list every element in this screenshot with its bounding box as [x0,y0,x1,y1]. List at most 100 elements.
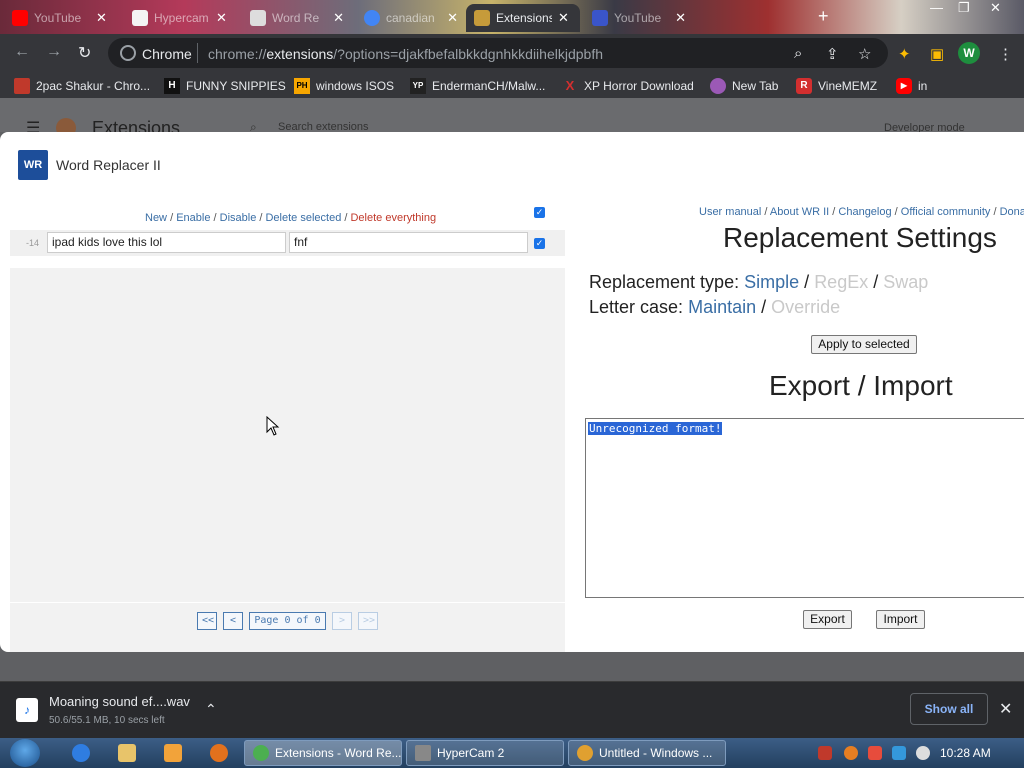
show-all-button[interactable]: Show all [910,693,988,725]
back-icon[interactable]: ← [14,43,30,61]
close-icon[interactable]: ✕ [216,10,227,26]
extensions-puzzle-icon[interactable]: ✦ [898,45,911,63]
bookmark-item[interactable]: X XP Horror Download [562,77,694,95]
taskbar-item-movie-maker[interactable]: Untitled - Windows ... [568,740,726,766]
close-icon[interactable]: ✕ [333,10,344,26]
tray-icon[interactable] [844,746,858,760]
apply-to-selected-button[interactable]: Apply to selected [811,335,917,354]
donate-link[interactable]: Donat [1000,206,1024,218]
bookmark-item[interactable]: PH windows ISOS [294,77,394,95]
forward-icon[interactable]: → [46,43,62,61]
tab-extensions[interactable]: Extensions ✕ [466,4,580,32]
side-panel-icon[interactable]: ▣ [930,45,944,63]
select-all-checkbox[interactable]: ✓ [534,207,545,218]
task-label: Untitled - Windows ... [599,746,713,760]
user-manual-link[interactable]: User manual [699,206,761,218]
bookmark-item[interactable]: R VineMEMZ [796,77,877,95]
close-icon[interactable]: ✕ [999,699,1012,719]
profile-avatar[interactable]: W [958,42,980,64]
tab-google[interactable]: canadian ✕ [356,4,466,32]
tab-hypercam[interactable]: Hypercam ✕ [124,4,240,32]
bookmark-item[interactable]: ▶ in [896,77,927,95]
star-icon[interactable]: ☆ [858,45,871,63]
type-regex-option[interactable]: RegEx [814,272,868,292]
close-icon[interactable]: ✕ [447,10,458,26]
taskbar-item-chrome[interactable]: Extensions - Word Re... [244,740,402,766]
bookmark-label: XP Horror Download [584,79,694,93]
internet-explorer-icon[interactable] [72,744,90,762]
replacement-type-row: Replacement type: Simple / RegEx / Swap [589,272,928,293]
import-button[interactable]: Import [876,610,925,629]
rule-checkbox[interactable]: ✓ [534,238,545,249]
changelog-link[interactable]: Changelog [838,206,891,218]
address-bar[interactable]: Chrome chrome://extensions/?options=djak… [108,38,888,68]
type-swap-option[interactable]: Swap [883,272,928,292]
replacement-type-label: Replacement type: [589,272,740,292]
enable-link[interactable]: Enable [176,212,210,224]
bookmark-item[interactable]: New Tab [710,77,778,95]
close-icon[interactable]: ✕ [96,10,107,26]
start-button[interactable] [10,739,40,767]
disable-link[interactable]: Disable [220,212,257,224]
divider [197,43,198,63]
firefox-icon[interactable] [210,744,228,762]
bookmark-label: FUNNY SNIPPIES [186,79,286,93]
last-page-button[interactable]: >> [358,612,378,630]
first-page-button[interactable]: << [197,612,217,630]
url-bold: extensions [266,46,334,62]
globe-icon [710,78,726,94]
new-tab-button[interactable]: + [818,6,829,27]
download-filename[interactable]: Moaning sound ef....wav [49,694,190,709]
delete-selected-link[interactable]: Delete selected [265,212,341,224]
letter-case-row: Letter case: Maintain / Override [589,297,840,318]
bookmark-item[interactable]: 2pac Shakur - Chro... [14,77,150,95]
community-link[interactable]: Official community [901,206,991,218]
selected-text: Unrecognized format! [588,422,723,435]
about-link[interactable]: About WR II [770,206,829,218]
folder-icon[interactable] [118,744,136,762]
case-maintain-option[interactable]: Maintain [688,297,756,317]
next-page-button[interactable]: > [332,612,352,630]
close-window-icon[interactable]: ✕ [990,0,1001,16]
chevron-up-icon[interactable]: ⌃ [205,701,217,718]
taskbar-clock[interactable]: 10:28 AM [940,746,991,760]
flag-icon[interactable] [868,746,882,760]
delete-everything-link[interactable]: Delete everything [350,212,436,224]
volume-icon[interactable] [916,746,930,760]
share-icon[interactable]: ⇪ [826,45,839,63]
url-host: chrome:// [208,46,267,62]
export-button[interactable]: Export [803,610,852,629]
separator: / [891,206,901,218]
bookmark-item[interactable]: H FUNNY SNIPPIES [164,77,286,95]
new-link[interactable]: New [145,212,167,224]
puzzle-icon [474,10,490,26]
close-icon[interactable]: ✕ [558,10,569,26]
export-import-textarea[interactable]: Unrecognized format! [585,418,1024,598]
close-icon[interactable]: ✕ [675,10,686,26]
prev-page-button[interactable]: < [223,612,243,630]
media-player-icon[interactable] [164,744,182,762]
menu-dots-icon[interactable]: ⋮ [998,45,1013,63]
tray-icon[interactable] [818,746,832,760]
url-text[interactable]: chrome://extensions/?options=djakfbefalb… [208,46,603,62]
youtube-icon [12,10,28,26]
rules-panel: New / Enable / Disable / Delete selected… [10,194,565,602]
zoom-icon[interactable]: ⌕ [794,45,802,62]
minimize-icon[interactable]: — [930,0,943,15]
replace-input[interactable]: fnf [289,232,528,253]
bookmark-item[interactable]: YP EndermanCH/Malw... [410,77,545,95]
tab-youtube-2[interactable]: YouTube ✕ [584,4,694,32]
chrome-icon [120,45,136,61]
task-label: HyperCam 2 [437,746,505,760]
maximize-icon[interactable]: ❐ [958,0,970,16]
tab-youtube-1[interactable]: YouTube ✕ [4,4,120,32]
type-simple-option[interactable]: Simple [744,272,799,292]
x-icon: X [565,78,575,93]
find-input[interactable]: ipad kids love this lol [47,232,286,253]
tab-word-replacer[interactable]: Word Re ✕ [242,4,352,32]
network-icon[interactable] [892,746,906,760]
reload-icon[interactable]: ↻ [78,43,91,63]
taskbar-item-hypercam[interactable]: HyperCam 2 [406,740,564,766]
rules-list: New / Enable / Disable / Delete selected… [10,194,565,268]
case-override-option[interactable]: Override [771,297,840,317]
